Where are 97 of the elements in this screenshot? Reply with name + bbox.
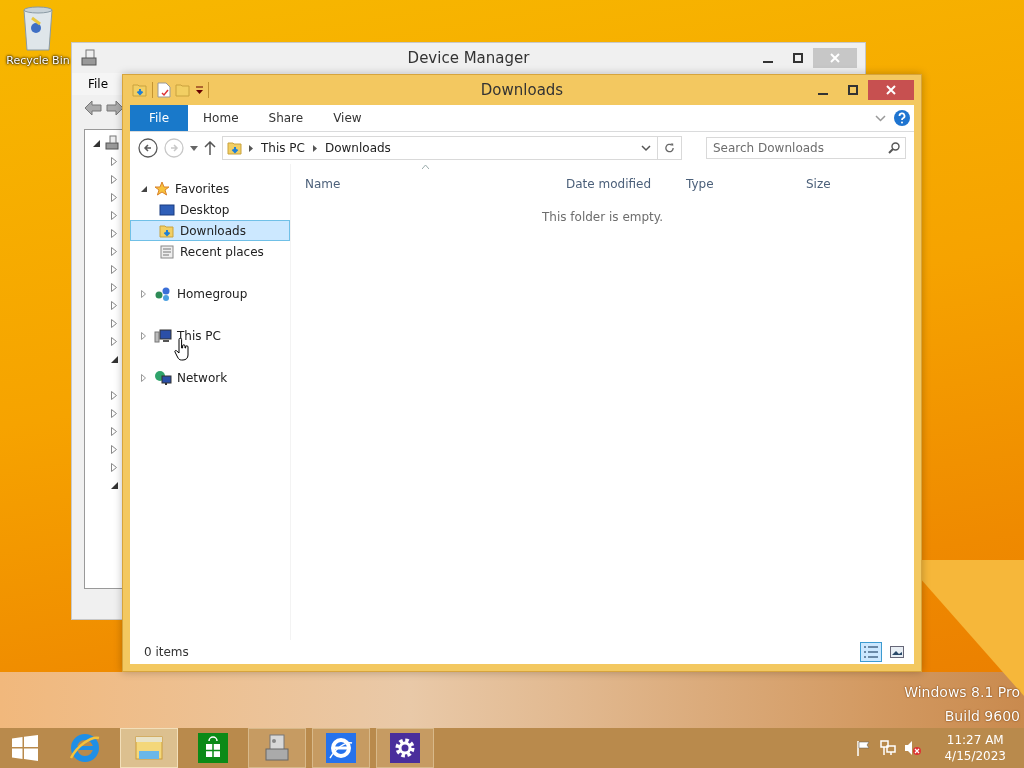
expand-triangle-icon[interactable] <box>111 300 117 310</box>
expand-triangle-icon[interactable] <box>141 373 146 382</box>
up-arrow-icon[interactable] <box>204 141 216 155</box>
hand-cursor-icon <box>174 338 190 362</box>
expand-ribbon-icon[interactable] <box>875 114 886 122</box>
expand-triangle-icon[interactable] <box>111 264 117 274</box>
ribbon-tab[interactable]: Home <box>188 105 254 131</box>
empty-folder-message: This folder is empty. <box>542 210 663 224</box>
star-icon <box>154 180 170 197</box>
column-header[interactable]: Type <box>680 170 800 198</box>
expand-triangle-icon[interactable] <box>111 318 117 328</box>
close-icon <box>886 85 896 95</box>
collapse-triangle-icon[interactable] <box>93 139 100 147</box>
refresh-icon <box>664 142 675 154</box>
expand-triangle-icon[interactable] <box>111 426 117 436</box>
homegroup-icon <box>154 285 172 302</box>
expand-triangle-icon[interactable] <box>111 210 117 220</box>
nav-item[interactable]: Homegroup <box>130 283 290 304</box>
computer-icon <box>154 327 172 344</box>
watermark-text: Build 9600 <box>944 708 1020 724</box>
customize-dropdown-icon[interactable] <box>195 85 204 95</box>
downloads-folder-icon <box>159 222 175 239</box>
ribbon-tab[interactable]: View <box>318 105 377 131</box>
nav-item[interactable]: Network <box>130 367 290 388</box>
nav-item[interactable]: This PC <box>130 325 290 346</box>
nav-item[interactable]: Recent places <box>130 241 290 262</box>
maximize-icon <box>848 85 858 95</box>
breadcrumb-item[interactable]: Downloads <box>322 141 393 155</box>
taskbar-button[interactable] <box>312 728 370 768</box>
address-bar[interactable]: This PC Downloads <box>222 136 682 160</box>
minimize-icon <box>818 93 828 95</box>
new-folder-icon <box>175 82 191 98</box>
search-icon <box>888 142 900 154</box>
search-field[interactable]: Search Downloads <box>706 137 906 159</box>
desktop-icon <box>159 201 175 218</box>
watermark-text: Windows 8.1 Pro <box>904 684 1020 700</box>
expand-triangle-icon[interactable] <box>111 462 117 472</box>
nav-item[interactable]: Favorites <box>130 178 290 199</box>
expand-triangle-icon[interactable] <box>111 156 117 166</box>
windows-logo-icon <box>12 735 38 761</box>
browser-icon <box>326 733 356 763</box>
expand-triangle-icon[interactable] <box>141 289 146 298</box>
ribbon-tab[interactable]: Share <box>253 105 319 131</box>
address-dropdown-icon[interactable] <box>641 144 651 152</box>
expand-triangle-icon[interactable] <box>111 282 117 292</box>
breadcrumb-separator-icon[interactable] <box>249 144 253 152</box>
muted-speaker-icon[interactable] <box>904 740 923 756</box>
back-arrow-icon[interactable] <box>84 100 102 116</box>
column-header[interactable]: Size <box>800 170 880 198</box>
expand-triangle-icon[interactable] <box>111 192 117 202</box>
flag-icon[interactable] <box>856 740 873 756</box>
expand-triangle-icon[interactable] <box>111 246 117 256</box>
minimize-icon <box>763 61 773 63</box>
close-icon <box>830 53 840 63</box>
expand-triangle-icon[interactable] <box>141 331 146 340</box>
recent-locations-dropdown-icon[interactable] <box>190 145 198 151</box>
window-title: Device Manager <box>407 49 530 67</box>
window-title: Downloads <box>480 81 564 99</box>
settings-icon <box>390 733 420 763</box>
browser-icon <box>68 732 102 764</box>
collapse-triangle-icon[interactable] <box>111 481 118 489</box>
recycle-bin-icon[interactable] <box>20 6 56 52</box>
clock-time: 11:27 AM <box>946 732 1004 748</box>
column-header[interactable]: Date modified <box>560 170 680 198</box>
nav-item[interactable]: Downloads <box>130 220 290 241</box>
ribbon-tab[interactable]: File <box>130 105 189 131</box>
store-icon <box>198 733 228 763</box>
maximize-icon <box>793 53 803 63</box>
breadcrumb-item[interactable]: This PC <box>259 141 307 155</box>
help-icon[interactable] <box>894 110 910 126</box>
file-explorer-icon <box>133 734 165 762</box>
collapse-triangle-icon[interactable] <box>141 185 147 192</box>
menu-item[interactable]: File <box>80 75 117 93</box>
downloads-folder-icon <box>132 82 148 98</box>
properties-icon[interactable] <box>157 82 171 98</box>
device-manager-icon <box>262 733 292 763</box>
network-icon <box>154 369 172 386</box>
breadcrumb-separator-icon[interactable] <box>312 144 317 152</box>
downloads-folder-icon <box>227 140 243 156</box>
expand-triangle-icon[interactable] <box>111 228 117 238</box>
expand-triangle-icon[interactable] <box>111 408 117 418</box>
expand-triangle-icon[interactable] <box>111 390 117 400</box>
expand-triangle-icon[interactable] <box>111 336 117 346</box>
forward-arrow-icon[interactable] <box>106 100 124 116</box>
recent-places-icon <box>159 243 175 260</box>
taskbar-button[interactable] <box>376 728 434 768</box>
item-count: 0 items <box>144 645 189 659</box>
expand-triangle-icon[interactable] <box>111 444 117 454</box>
network-icon[interactable] <box>880 740 897 756</box>
collapse-triangle-icon[interactable] <box>111 355 118 363</box>
computer-icon <box>104 135 120 151</box>
expand-triangle-icon[interactable] <box>111 174 117 184</box>
column-header[interactable]: Name <box>299 170 560 198</box>
device-manager-icon <box>80 49 98 67</box>
nav-item[interactable]: Desktop <box>130 199 290 220</box>
clock-date: 4/15/2023 <box>944 748 1006 764</box>
back-button[interactable] <box>138 138 158 158</box>
